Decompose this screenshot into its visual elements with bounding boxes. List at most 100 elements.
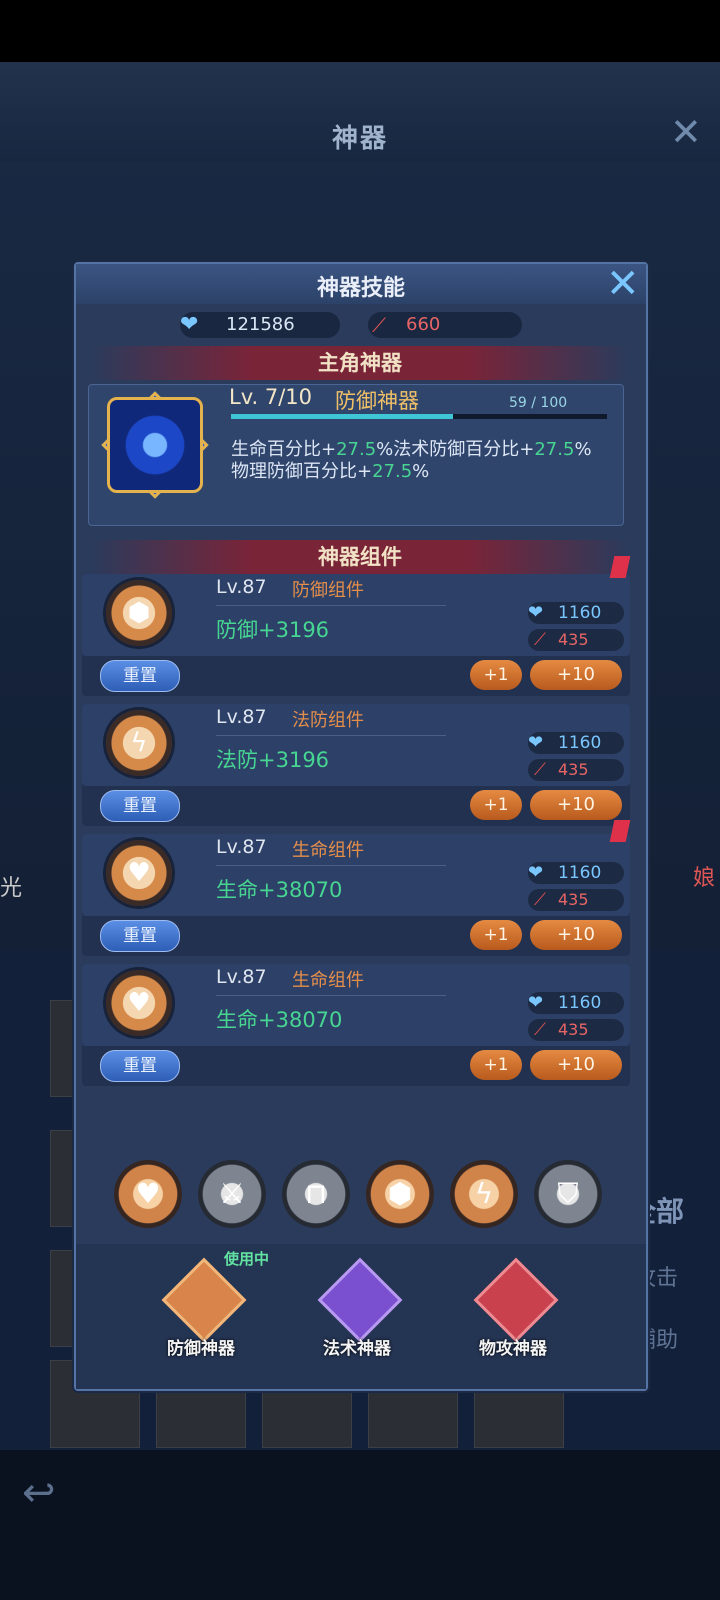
cost-red-value: 435 (558, 760, 589, 779)
red-feather-icon: ⟋ (534, 630, 546, 650)
cost-red-value: 435 (558, 1020, 589, 1039)
plus1-button[interactable]: +1 (470, 1050, 522, 1080)
divider (216, 865, 446, 866)
cost-blue: ❤ 1160 (528, 602, 624, 624)
component-level: Lv.87 (216, 836, 267, 858)
currency-red: ⟋ 660 (368, 312, 522, 338)
sword-icon (473, 1257, 559, 1343)
shield-icon (107, 397, 203, 493)
components-banner: 神器组件 (90, 540, 630, 574)
plus1-button[interactable]: +1 (470, 790, 522, 820)
lightning-shield-icon: ϟ (106, 710, 172, 776)
cost-blue: ❤ 1160 (528, 992, 624, 1014)
reset-button[interactable]: 重置 (100, 790, 180, 822)
close-icon[interactable]: ✕ (606, 264, 640, 304)
blue-heart-icon: ❤ (180, 312, 199, 337)
tab-label: 法术神器 (323, 1339, 391, 1359)
shield-icon[interactable]: ⬢ (366, 1160, 434, 1228)
magic-rune-icon (317, 1257, 403, 1343)
component-name: 生命组件 (292, 970, 364, 991)
shield-icon: ⬢ (106, 580, 172, 646)
cost-red-value: 435 (558, 630, 589, 649)
component-card: ♥ Lv.87 生命组件 生命+38070 ❤ 1160 ⟋ 435 重置 +1 +… (82, 834, 630, 956)
red-feather-icon: ⟋ (534, 1020, 546, 1040)
plus1-button[interactable]: +1 (470, 660, 522, 690)
plus1-button[interactable]: +1 (470, 920, 522, 950)
background-close-icon[interactable]: ✕ (670, 112, 702, 152)
component-level: Lv.87 (216, 576, 267, 598)
divider (216, 605, 446, 606)
tab-physical-attack-artifact[interactable]: 物攻神器 (458, 1257, 568, 1380)
background-title: 神器 (331, 124, 388, 154)
cost-red: ⟋ 435 (528, 629, 624, 651)
axe-icon[interactable]: ⚔ (198, 1160, 266, 1228)
currency-blue-value: 121586 (226, 314, 295, 335)
component-stat: 法防+3196 (216, 748, 330, 772)
plus10-button[interactable]: +10 (530, 920, 622, 950)
stat-value: 27.5 (372, 461, 413, 482)
cost-blue-value: 1160 (558, 993, 602, 1013)
cost-red: ⟋ 435 (528, 889, 624, 911)
reset-button[interactable]: 重置 (100, 920, 180, 952)
plus10-button[interactable]: +10 (530, 790, 622, 820)
stat-text: 物理防御百分比+ (231, 461, 373, 482)
component-name: 生命组件 (292, 840, 364, 861)
component-stat: 生命+38070 (216, 878, 343, 902)
cost-red-value: 435 (558, 890, 589, 909)
component-card: ϟ Lv.87 法防组件 法防+3196 ❤ 1160 ⟋ 435 重置 +1 +1… (82, 704, 630, 826)
stat-text: % (412, 461, 430, 482)
heart-icon: ♥ (106, 840, 172, 906)
component-card: ⬢ Lv.87 防御组件 防御+3196 ❤ 1160 ⟋ 435 重置 +1 +1… (82, 574, 630, 696)
lightning-shield-icon[interactable]: ϟ (450, 1160, 518, 1228)
bottom-area (0, 1450, 720, 1600)
currency-red-value: 660 (406, 314, 441, 335)
main-artifact-banner: 主角神器 (90, 346, 630, 380)
cost-red: ⟋ 435 (528, 759, 624, 781)
defense-shield-icon (161, 1257, 247, 1343)
divider (216, 735, 446, 736)
plus10-button[interactable]: +10 (530, 660, 622, 690)
cost-blue-value: 1160 (558, 733, 602, 753)
back-arrow-icon[interactable]: ↩ (22, 1470, 56, 1516)
stat-text: % (574, 439, 592, 460)
components-banner-text: 神器组件 (318, 545, 402, 569)
main-artifact-stat-2: 物理防御百分比+27.5% (231, 457, 429, 483)
component-name: 防御组件 (292, 580, 364, 601)
divider (216, 995, 446, 996)
background-hero-name: 娘 (693, 866, 716, 891)
stat-value: 27.5 (534, 439, 575, 460)
component-stat: 防御+3196 (216, 618, 330, 642)
main-artifact-progress-text: 59 / 100 (509, 395, 568, 411)
blue-heart-icon: ❤ (528, 992, 544, 1013)
main-artifact-level: Lv. 7/10 (229, 385, 313, 409)
tab-label: 物攻神器 (479, 1339, 547, 1359)
status-bar (0, 0, 720, 62)
reset-button[interactable]: 重置 (100, 1050, 180, 1082)
cost-blue-value: 1160 (558, 603, 602, 623)
plus10-button[interactable]: +10 (530, 1050, 622, 1080)
cost-blue: ❤ 1160 (528, 732, 624, 754)
panel-title: 神器技能 (316, 276, 405, 301)
heart-icon: ♥ (106, 970, 172, 1036)
component-level: Lv.87 (216, 706, 267, 728)
shield-sword-icon[interactable]: ⛉ (534, 1160, 602, 1228)
main-artifact-banner-text: 主角神器 (318, 351, 402, 375)
main-artifact-type: 防御神器 (335, 389, 419, 413)
main-artifact-progress-fill (231, 414, 453, 419)
component-card: ♥ Lv.87 生命组件 生命+38070 ❤ 1160 ⟋ 435 重置 +1 +… (82, 964, 630, 1086)
heart-icon[interactable]: ♥ (114, 1160, 182, 1228)
artifact-skill-panel: 神器技能 ✕ ❤ 121586 ⟋ 660 主角神器 Lv. 7/10 防御神器… (74, 262, 648, 1391)
cost-red: ⟋ 435 (528, 1019, 624, 1041)
cost-blue: ❤ 1160 (528, 862, 624, 884)
tab-defense-artifact[interactable]: 防御神器 (146, 1257, 256, 1380)
gate-icon[interactable]: ⊓ (282, 1160, 350, 1228)
tab-label: 防御神器 (167, 1339, 235, 1359)
tab-magic-artifact[interactable]: 法术神器 (302, 1257, 412, 1380)
component-name: 法防组件 (292, 710, 364, 731)
red-feather-icon: ⟋ (534, 760, 546, 780)
blue-heart-icon: ❤ (528, 602, 544, 623)
currency-blue: ❤ 121586 (180, 312, 340, 338)
component-stat: 生命+38070 (216, 1008, 343, 1032)
reset-button[interactable]: 重置 (100, 660, 180, 692)
main-artifact-card: Lv. 7/10 防御神器 59 / 100 生命百分比+27.5%法术防御百分… (88, 384, 624, 526)
